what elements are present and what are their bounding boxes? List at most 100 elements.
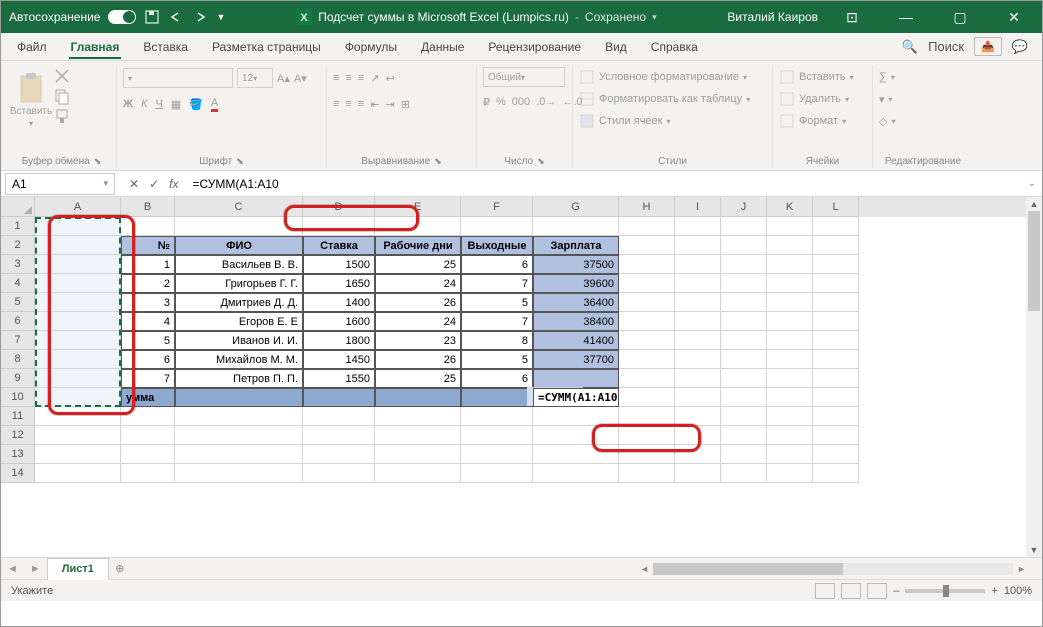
cell[interactable]	[35, 236, 121, 255]
search-label[interactable]: Поиск	[928, 39, 964, 54]
cell[interactable]	[721, 331, 767, 350]
cell[interactable]	[767, 464, 813, 483]
hscroll-left-icon[interactable]: ◄	[640, 564, 649, 574]
cell[interactable]	[721, 350, 767, 369]
cell[interactable]	[675, 217, 721, 236]
cell[interactable]: Васильев В. В.	[175, 255, 303, 274]
column-header[interactable]: B	[121, 197, 175, 217]
tab-view[interactable]: Вид	[593, 33, 639, 61]
cell[interactable]	[813, 445, 859, 464]
ribbon-display-icon[interactable]: ⊡	[832, 3, 872, 31]
cell[interactable]: Егоров Е. Е	[175, 312, 303, 331]
redo-icon[interactable]	[192, 9, 208, 25]
cell[interactable]	[619, 236, 675, 255]
view-page-layout-icon[interactable]	[841, 583, 861, 599]
cell[interactable]	[721, 388, 767, 407]
cell[interactable]	[721, 293, 767, 312]
zoom-out-icon[interactable]: –	[893, 585, 899, 597]
row-header[interactable]: 6	[1, 312, 35, 331]
cell[interactable]	[619, 388, 675, 407]
column-header[interactable]: H	[619, 197, 675, 217]
cell[interactable]	[375, 445, 461, 464]
cell[interactable]: 5	[461, 350, 533, 369]
cell[interactable]: 3	[121, 293, 175, 312]
cell[interactable]	[303, 445, 375, 464]
cell[interactable]	[375, 464, 461, 483]
vertical-scrollbar[interactable]: ▲ ▼	[1026, 197, 1042, 557]
cell[interactable]: 1800	[303, 331, 375, 350]
column-header[interactable]: J	[721, 197, 767, 217]
cell[interactable]: 6	[121, 350, 175, 369]
cell[interactable]	[675, 388, 721, 407]
merge-icon[interactable]: ⊞	[401, 98, 410, 111]
row-header[interactable]: 3	[1, 255, 35, 274]
cell[interactable]	[35, 464, 121, 483]
autosum-button[interactable]: ∑	[879, 67, 895, 87]
maximize-button[interactable]: ▢	[940, 3, 980, 31]
row-header[interactable]: 13	[1, 445, 35, 464]
cell[interactable]	[35, 369, 121, 388]
cell[interactable]	[767, 388, 813, 407]
cell[interactable]	[675, 274, 721, 293]
cell[interactable]	[619, 369, 675, 388]
number-format-select[interactable]: Общий	[483, 67, 565, 87]
cell[interactable]: Выходные	[461, 236, 533, 255]
clipboard-launcher-icon[interactable]: ⬊	[94, 156, 102, 167]
cell[interactable]: 6	[461, 255, 533, 274]
cell[interactable]: 6	[461, 369, 533, 388]
cell[interactable]: 39600	[533, 274, 619, 293]
cell[interactable]	[767, 236, 813, 255]
cell[interactable]	[175, 407, 303, 426]
cell[interactable]: 1500	[303, 255, 375, 274]
cell[interactable]	[303, 388, 375, 407]
cell[interactable]: 25	[375, 369, 461, 388]
cell[interactable]: Зарплата	[533, 236, 619, 255]
cell[interactable]	[721, 426, 767, 445]
cell[interactable]	[35, 388, 121, 407]
cell[interactable]	[675, 236, 721, 255]
hscroll-right-icon[interactable]: ►	[1017, 564, 1026, 574]
row-header[interactable]: 5	[1, 293, 35, 312]
cell[interactable]: Григорьев Г. Г.	[175, 274, 303, 293]
cell[interactable]: 7	[461, 274, 533, 293]
orientation-icon[interactable]: ↗	[370, 72, 379, 85]
cell[interactable]	[533, 369, 619, 388]
cell[interactable]	[813, 464, 859, 483]
increase-font-icon[interactable]: A▴	[277, 72, 290, 85]
view-normal-icon[interactable]	[815, 583, 835, 599]
qat-more-icon[interactable]: ▼	[216, 12, 225, 22]
cell[interactable]	[375, 217, 461, 236]
cell[interactable]	[675, 255, 721, 274]
cell[interactable]	[721, 255, 767, 274]
cell[interactable]	[813, 217, 859, 236]
cell[interactable]	[675, 350, 721, 369]
cell[interactable]	[675, 426, 721, 445]
italic-button[interactable]: К	[141, 98, 147, 110]
cell[interactable]: 24	[375, 274, 461, 293]
border-icon[interactable]: ▦	[171, 98, 181, 111]
cell[interactable]	[533, 407, 619, 426]
cell[interactable]	[175, 217, 303, 236]
cell[interactable]: Михайлов М. М.	[175, 350, 303, 369]
currency-icon[interactable]: ₽	[483, 96, 490, 109]
cell[interactable]	[813, 255, 859, 274]
cell[interactable]	[121, 407, 175, 426]
cell[interactable]: 7	[461, 312, 533, 331]
cell[interactable]: 4	[121, 312, 175, 331]
alignment-launcher-icon[interactable]: ⬊	[434, 156, 442, 167]
bold-button[interactable]: Ж	[123, 98, 133, 110]
cell[interactable]	[175, 445, 303, 464]
cell[interactable]	[813, 312, 859, 331]
cell[interactable]	[121, 426, 175, 445]
cell[interactable]	[619, 293, 675, 312]
tab-formulas[interactable]: Формулы	[333, 33, 409, 61]
conditional-formatting-button[interactable]: Условное форматирование	[579, 67, 747, 87]
cell[interactable]	[35, 255, 121, 274]
column-header[interactable]: D	[303, 197, 375, 217]
cell[interactable]	[813, 331, 859, 350]
cell[interactable]	[767, 331, 813, 350]
sheet-tab[interactable]: Лист1	[47, 558, 109, 580]
font-family-select[interactable]	[123, 68, 233, 88]
format-cells-button[interactable]: Формат	[779, 111, 846, 131]
cell[interactable]	[675, 464, 721, 483]
